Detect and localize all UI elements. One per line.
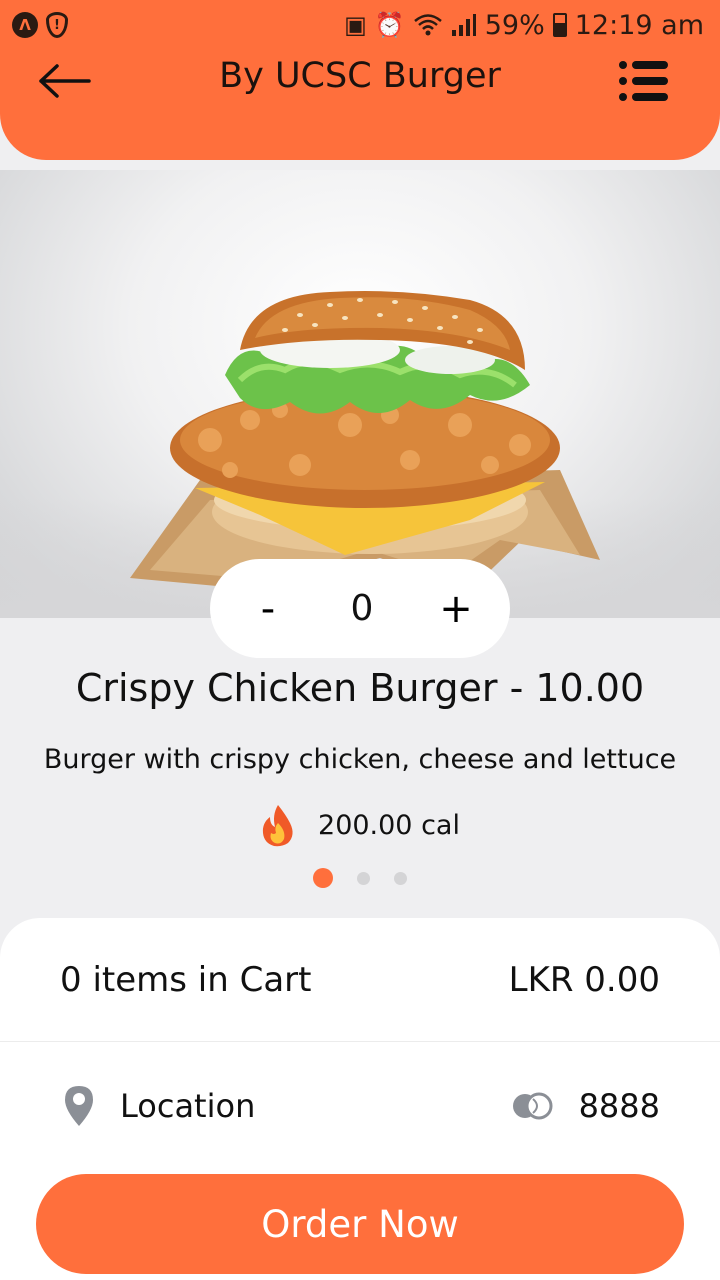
lock-icon: ▣: [344, 11, 367, 39]
signal-icon: [451, 14, 476, 36]
battery-percent: 59%: [484, 9, 545, 41]
carousel-dot[interactable]: [357, 871, 370, 885]
product-description: Burger with crispy chicken, cheese and l…: [43, 744, 677, 775]
menu-button[interactable]: [614, 56, 674, 106]
cart-summary[interactable]: 0 items in Cart LKR 0.00: [0, 918, 720, 1042]
alarm-icon: ⏰: [374, 11, 405, 39]
map-pin-icon: [65, 1086, 93, 1126]
page-title: By UCSC Burger: [219, 56, 501, 96]
wifi-icon: [413, 14, 442, 36]
header-bar: Λ ! ▣ ⏰ 59% 12:19 am By UCSC Burger: [0, 0, 720, 160]
quantity-value: 0: [350, 588, 374, 629]
fire-icon: [262, 805, 293, 847]
carousel-dot[interactable]: [313, 868, 333, 888]
back-button[interactable]: [36, 58, 92, 104]
coins-icon: [512, 1092, 553, 1120]
carousel-indicator: [0, 866, 720, 890]
location-label: Location: [120, 1087, 256, 1125]
info-row: Location 8888: [0, 1068, 720, 1144]
status-bar: Λ ! ▣ ⏰ 59% 12:19 am: [0, 0, 720, 50]
arrow-left-icon: [39, 64, 91, 98]
cart-total: LKR 0.00: [508, 959, 660, 1000]
shield-alert-icon: !: [46, 12, 68, 38]
list-menu-icon: [619, 61, 668, 101]
quantity-stepper: - 0 +: [210, 559, 510, 658]
battery-icon: [552, 13, 567, 37]
product-image: [0, 170, 720, 618]
clock: 12:19 am: [574, 9, 704, 41]
points-display: 8888: [511, 1087, 660, 1125]
burger-image: [130, 291, 600, 590]
calories-row: 200.00 cal: [0, 802, 720, 848]
cart-panel: 0 items in Cart LKR 0.00 Location 8888 O…: [0, 918, 720, 1280]
calories-text: 200.00 cal: [318, 809, 460, 841]
order-now-button[interactable]: Order Now: [36, 1174, 684, 1274]
notification-a-icon: Λ: [12, 12, 38, 38]
carousel-dot[interactable]: [394, 871, 407, 885]
increment-button[interactable]: +: [436, 586, 476, 632]
decrement-button[interactable]: -: [248, 586, 288, 632]
cart-items-count: 0 items in Cart: [60, 959, 312, 1000]
location-selector[interactable]: Location: [62, 1084, 255, 1128]
points-value: 8888: [578, 1087, 660, 1125]
product-title: Crispy Chicken Burger - 10.00: [75, 666, 645, 710]
